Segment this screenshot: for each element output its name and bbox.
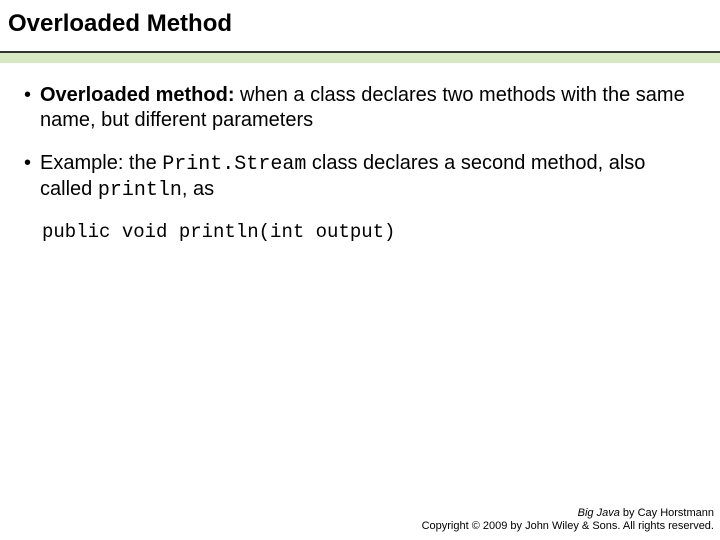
title-rule-green [0, 53, 720, 63]
bullet-dot-icon: • [24, 83, 40, 133]
bullet-post: , as [182, 178, 214, 200]
footer-byline: by Cay Horstmann [620, 507, 714, 519]
bullet-text: Overloaded method: when a class declares… [40, 83, 700, 133]
slide-title: Overloaded Method [8, 10, 706, 39]
bullet-text: Example: the Print.Stream class declares… [40, 151, 700, 203]
footer-book-title: Big Java [578, 507, 620, 519]
footer: Big Java by Cay Horstmann Copyright © 20… [422, 507, 714, 535]
code-line: public void println(int output) [42, 221, 700, 245]
footer-line-1: Big Java by Cay Horstmann [422, 507, 714, 521]
bullet-item: • Overloaded method: when a class declar… [24, 83, 700, 133]
inline-code: println [98, 179, 182, 202]
bullet-pre: Example: the [40, 152, 162, 174]
slide: Overloaded Method • Overloaded method: w… [0, 0, 720, 540]
bullet-strong: Overloaded method: [40, 84, 234, 106]
content-area: • Overloaded method: when a class declar… [0, 63, 720, 245]
bullet-dot-icon: • [24, 151, 40, 203]
inline-code: Print.Stream [162, 153, 306, 176]
bullet-item: • Example: the Print.Stream class declar… [24, 151, 700, 203]
footer-copyright: Copyright © 2009 by John Wiley & Sons. A… [422, 520, 714, 534]
title-area: Overloaded Method [0, 0, 720, 45]
